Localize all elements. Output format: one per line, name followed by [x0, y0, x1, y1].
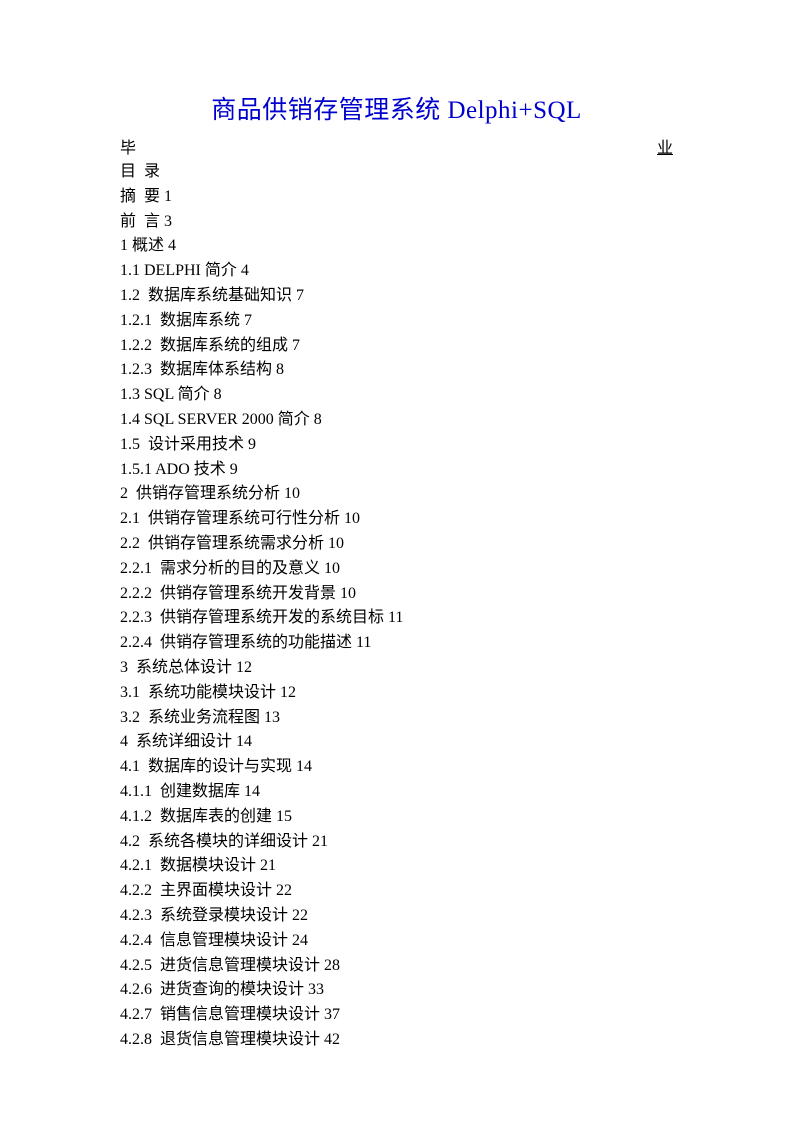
document-page: 商品供销存管理系统 Delphi+SQL 毕 业 目 录 摘 要 1前 言 31… — [0, 0, 793, 1113]
toc-entry: 4.1.2 数据库表的创建 15 — [120, 805, 673, 830]
toc-entry: 1.2.3 数据库体系结构 8 — [120, 358, 673, 383]
toc-entry: 4.2.5 进货信息管理模块设计 28 — [120, 954, 673, 979]
toc-entry: 2.2.2 供销存管理系统开发背景 10 — [120, 582, 673, 607]
toc-entry: 1 概述 4 — [120, 234, 673, 259]
toc-entry: 2.2.3 供销存管理系统开发的系统目标 11 — [120, 606, 673, 631]
toc-entry: 4.1 数据库的设计与实现 14 — [120, 755, 673, 780]
toc-entry: 2.2.4 供销存管理系统的功能描述 11 — [120, 631, 673, 656]
toc-entry: 3 系统总体设计 12 — [120, 656, 673, 681]
toc-entry: 2.2 供销存管理系统需求分析 10 — [120, 532, 673, 557]
toc-entry: 1.4 SQL SERVER 2000 简介 8 — [120, 408, 673, 433]
toc-entry: 4.2.6 进货查询的模块设计 33 — [120, 978, 673, 1003]
header-right-char: 业 — [657, 134, 673, 158]
toc-entry: 1.2 数据库系统基础知识 7 — [120, 284, 673, 309]
toc-header: 目 录 — [120, 160, 673, 185]
toc-entry: 4.2.3 系统登录模块设计 22 — [120, 904, 673, 929]
toc-entry: 3.1 系统功能模块设计 12 — [120, 681, 673, 706]
toc-entry: 1.5 设计采用技术 9 — [120, 433, 673, 458]
document-title: 商品供销存管理系统 Delphi+SQL — [120, 90, 673, 126]
toc-entry: 2.2.1 需求分析的目的及意义 10 — [120, 557, 673, 582]
toc-entry: 4.1.1 创建数据库 14 — [120, 780, 673, 805]
toc-entry: 1.2.2 数据库系统的组成 7 — [120, 334, 673, 359]
header-row: 毕 业 — [120, 134, 673, 158]
toc-entry: 1.2.1 数据库系统 7 — [120, 309, 673, 334]
header-left-char: 毕 — [120, 134, 136, 158]
toc-entry: 1.5.1 ADO 技术 9 — [120, 458, 673, 483]
toc-entry: 4.2.2 主界面模块设计 22 — [120, 879, 673, 904]
toc-entry: 2.1 供销存管理系统可行性分析 10 — [120, 507, 673, 532]
toc-entry: 3.2 系统业务流程图 13 — [120, 706, 673, 731]
toc-container: 摘 要 1前 言 31 概述 41.1 DELPHI 简介 41.2 数据库系统… — [120, 185, 673, 1053]
toc-entry: 1.3 SQL 简介 8 — [120, 383, 673, 408]
toc-entry: 4 系统详细设计 14 — [120, 730, 673, 755]
toc-entry: 前 言 3 — [120, 210, 673, 235]
toc-entry: 4.2.7 销售信息管理模块设计 37 — [120, 1003, 673, 1028]
toc-entry: 摘 要 1 — [120, 185, 673, 210]
toc-entry: 4.2.8 退货信息管理模块设计 42 — [120, 1028, 673, 1053]
toc-entry: 4.2 系统各模块的详细设计 21 — [120, 830, 673, 855]
toc-entry: 4.2.4 信息管理模块设计 24 — [120, 929, 673, 954]
toc-entry: 1.1 DELPHI 简介 4 — [120, 259, 673, 284]
toc-entry: 4.2.1 数据模块设计 21 — [120, 854, 673, 879]
toc-entry: 2 供销存管理系统分析 10 — [120, 482, 673, 507]
